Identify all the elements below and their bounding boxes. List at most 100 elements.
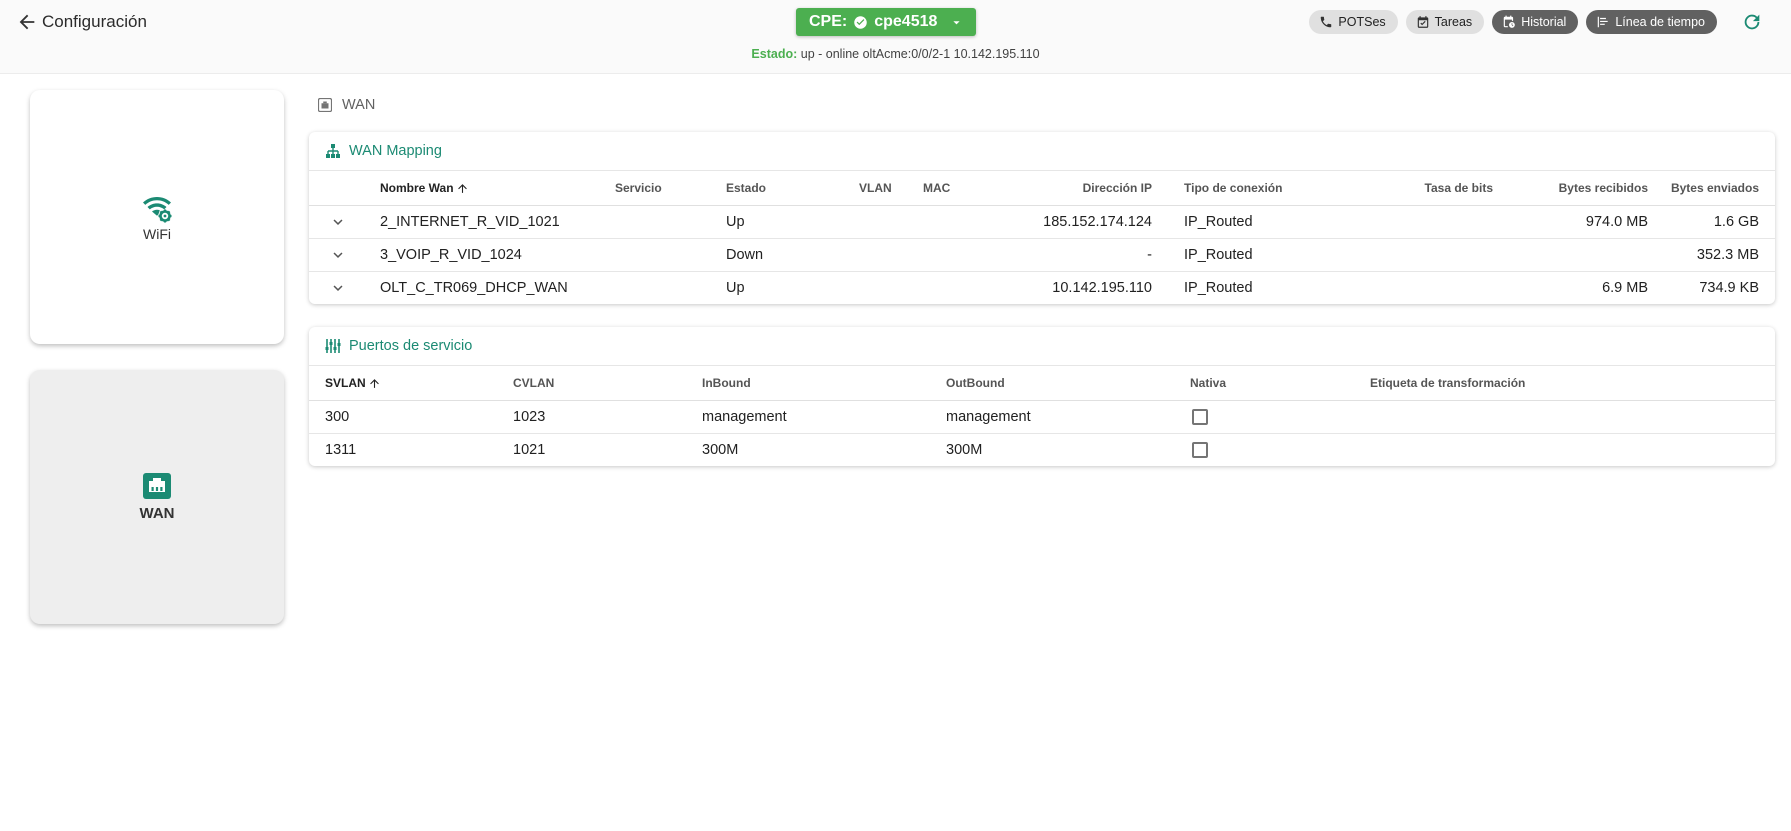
chevron-down-icon[interactable] (329, 213, 347, 231)
tareas-label: Tareas (1434, 15, 1473, 29)
cell-enviados: 352.3 MB (1648, 238, 1775, 272)
cell-tasa (1363, 238, 1493, 272)
cell-etiqueta (1370, 400, 1775, 434)
col-header-enviados[interactable]: Bytes enviados (1648, 171, 1775, 206)
service-ports-title-text: Puertos de servicio (349, 338, 473, 354)
cell-recibidos: 6.9 MB (1602, 280, 1648, 296)
cell-estado: Up (726, 280, 745, 296)
header-chips: POTSes Tareas Historial Línea de tiempo (1309, 10, 1717, 34)
status-label: Estado: (751, 47, 798, 61)
cell-etiqueta (1370, 434, 1775, 467)
cell-svlan: 1311 (325, 442, 357, 458)
caret-down-icon (953, 20, 961, 24)
cpe-label: CPE: (809, 13, 848, 30)
cpe-selector-button[interactable]: CPE: cpe4518 (796, 8, 977, 36)
table-row: 1311 1021 300M 300M (309, 434, 1775, 467)
cell-servicio (615, 205, 726, 239)
sort-arrow-up-icon (457, 184, 467, 193)
top-bar: Configuración CPE: cpe4518 Estado: up - … (0, 0, 1791, 74)
service-ports-header-row: SVLAN CVLAN InBound OutBound Nativa Etiq… (309, 366, 1775, 401)
tareas-chip[interactable]: Tareas (1405, 10, 1485, 34)
cell-inbound: management (702, 400, 946, 434)
status-value: up - online oltAcme:0/0/2-1 10.142.195.1… (800, 47, 1040, 61)
sort-arrow-up-icon (369, 379, 379, 388)
cell-servicio (615, 272, 726, 305)
historial-label: Historial (1521, 15, 1567, 29)
nativa-checkbox[interactable] (1192, 442, 1208, 458)
status-line: Estado: up - online oltAcme:0/0/2-1 10.1… (0, 47, 1791, 61)
cell-mac (923, 238, 1003, 272)
col-header-cvlan[interactable]: CVLAN (513, 366, 702, 401)
cell-ip: - (1003, 238, 1152, 272)
cell-mac (923, 205, 1003, 239)
calendar-check-icon (1417, 16, 1428, 28)
cell-estado: Down (726, 238, 859, 272)
sitemap-icon (326, 144, 340, 158)
col-header-mac[interactable]: MAC (923, 171, 1003, 206)
col-header-nombre-wan[interactable]: Nombre Wan (380, 171, 615, 206)
historial-chip[interactable]: Historial (1492, 10, 1579, 34)
cell-tasa (1363, 205, 1493, 239)
cell-nombre: 2_INTERNET_R_VID_1021 (380, 205, 615, 239)
cell-estado: Up (726, 205, 859, 239)
cell-tasa (1363, 272, 1493, 305)
cell-cvlan: 1023 (513, 400, 702, 434)
wan-card[interactable]: WAN (30, 370, 284, 624)
ethernet-icon (318, 98, 332, 112)
cell-inbound: 300M (702, 442, 739, 458)
ethernet-port-icon (143, 472, 171, 499)
col-header-nativa[interactable]: Nativa (1190, 366, 1370, 401)
col-header-estado[interactable]: Estado (726, 171, 859, 206)
refresh-icon[interactable] (1741, 11, 1763, 33)
cell-enviados: 1.6 GB (1648, 205, 1775, 239)
wan-mapping-title: WAN Mapping (309, 132, 1775, 171)
col-header-servicio[interactable]: Servicio (615, 171, 726, 206)
col-header-inbound[interactable]: InBound (702, 366, 946, 401)
check-circle-icon (854, 15, 867, 29)
cell-recibidos: 974.0 MB (1493, 205, 1648, 239)
col-header-outbound[interactable]: OutBound (946, 366, 1190, 401)
cell-tipo: IP_Routed (1184, 205, 1363, 239)
cell-recibidos (1493, 238, 1648, 272)
table-row: OLT_C_TR069_DHCP_WAN Up 10.142.195.110 I… (309, 272, 1775, 305)
cell-nombre: OLT_C_TR069_DHCP_WAN (380, 280, 568, 296)
cell-vlan (859, 238, 923, 272)
table-row: 3_VOIP_R_VID_1024 Down - IP_Routed 352.3… (309, 238, 1775, 272)
chevron-down-icon[interactable] (329, 279, 347, 297)
col-header-vlan[interactable]: VLAN (859, 171, 923, 206)
col-header-tipo[interactable]: Tipo de conexión (1184, 171, 1363, 206)
back-label: Configuración (42, 12, 147, 31)
wan-mapping-title-text: WAN Mapping (349, 143, 442, 159)
table-row: 2_INTERNET_R_VID_1021 Up 185.152.174.124… (309, 205, 1775, 239)
wifi-card-label: WiFi (143, 226, 171, 242)
col-header-svlan[interactable]: SVLAN (325, 366, 513, 401)
cell-nativa (1190, 400, 1370, 434)
cell-nombre: 3_VOIP_R_VID_1024 (380, 238, 615, 272)
table-row: 300 1023 management management (309, 400, 1775, 434)
timeline-icon (1598, 16, 1609, 28)
cell-enviados: 734.9 KB (1699, 280, 1759, 296)
col-header-recibidos[interactable]: Bytes recibidos (1493, 171, 1648, 206)
back-button[interactable]: Configuración (16, 11, 147, 33)
col-header-ip[interactable]: Dirección IP (1003, 171, 1152, 206)
wan-mapping-panel: WAN Mapping Nombre Wan Servicio Estado V… (309, 132, 1775, 304)
potses-chip[interactable]: POTSes (1309, 10, 1398, 34)
wan-mapping-table: Nombre Wan Servicio Estado VLAN MAC Dire… (309, 171, 1775, 304)
wifi-card[interactable]: WiFi (30, 90, 284, 344)
cell-tipo: IP_Routed (1184, 238, 1363, 272)
service-ports-panel: Puertos de servicio SVLAN CVLAN InBound … (309, 327, 1775, 466)
cell-vlan (859, 205, 923, 239)
col-header-tasa[interactable]: Tasa de bits (1363, 171, 1493, 206)
cell-svlan: 300 (325, 400, 513, 434)
timeline-label: Línea de tiempo (1615, 15, 1705, 29)
chevron-down-icon[interactable] (329, 246, 347, 264)
history-icon (1503, 15, 1516, 28)
nativa-checkbox[interactable] (1192, 409, 1208, 425)
cell-cvlan: 1021 (513, 442, 546, 458)
expand-col-header (309, 171, 380, 206)
cpe-name: cpe4518 (874, 13, 938, 30)
timeline-chip[interactable]: Línea de tiempo (1586, 10, 1717, 34)
col-header-etiqueta[interactable]: Etiqueta de transformación (1370, 366, 1775, 401)
service-ports-title: Puertos de servicio (309, 327, 1775, 366)
cell-outbound: 300M (946, 442, 983, 458)
